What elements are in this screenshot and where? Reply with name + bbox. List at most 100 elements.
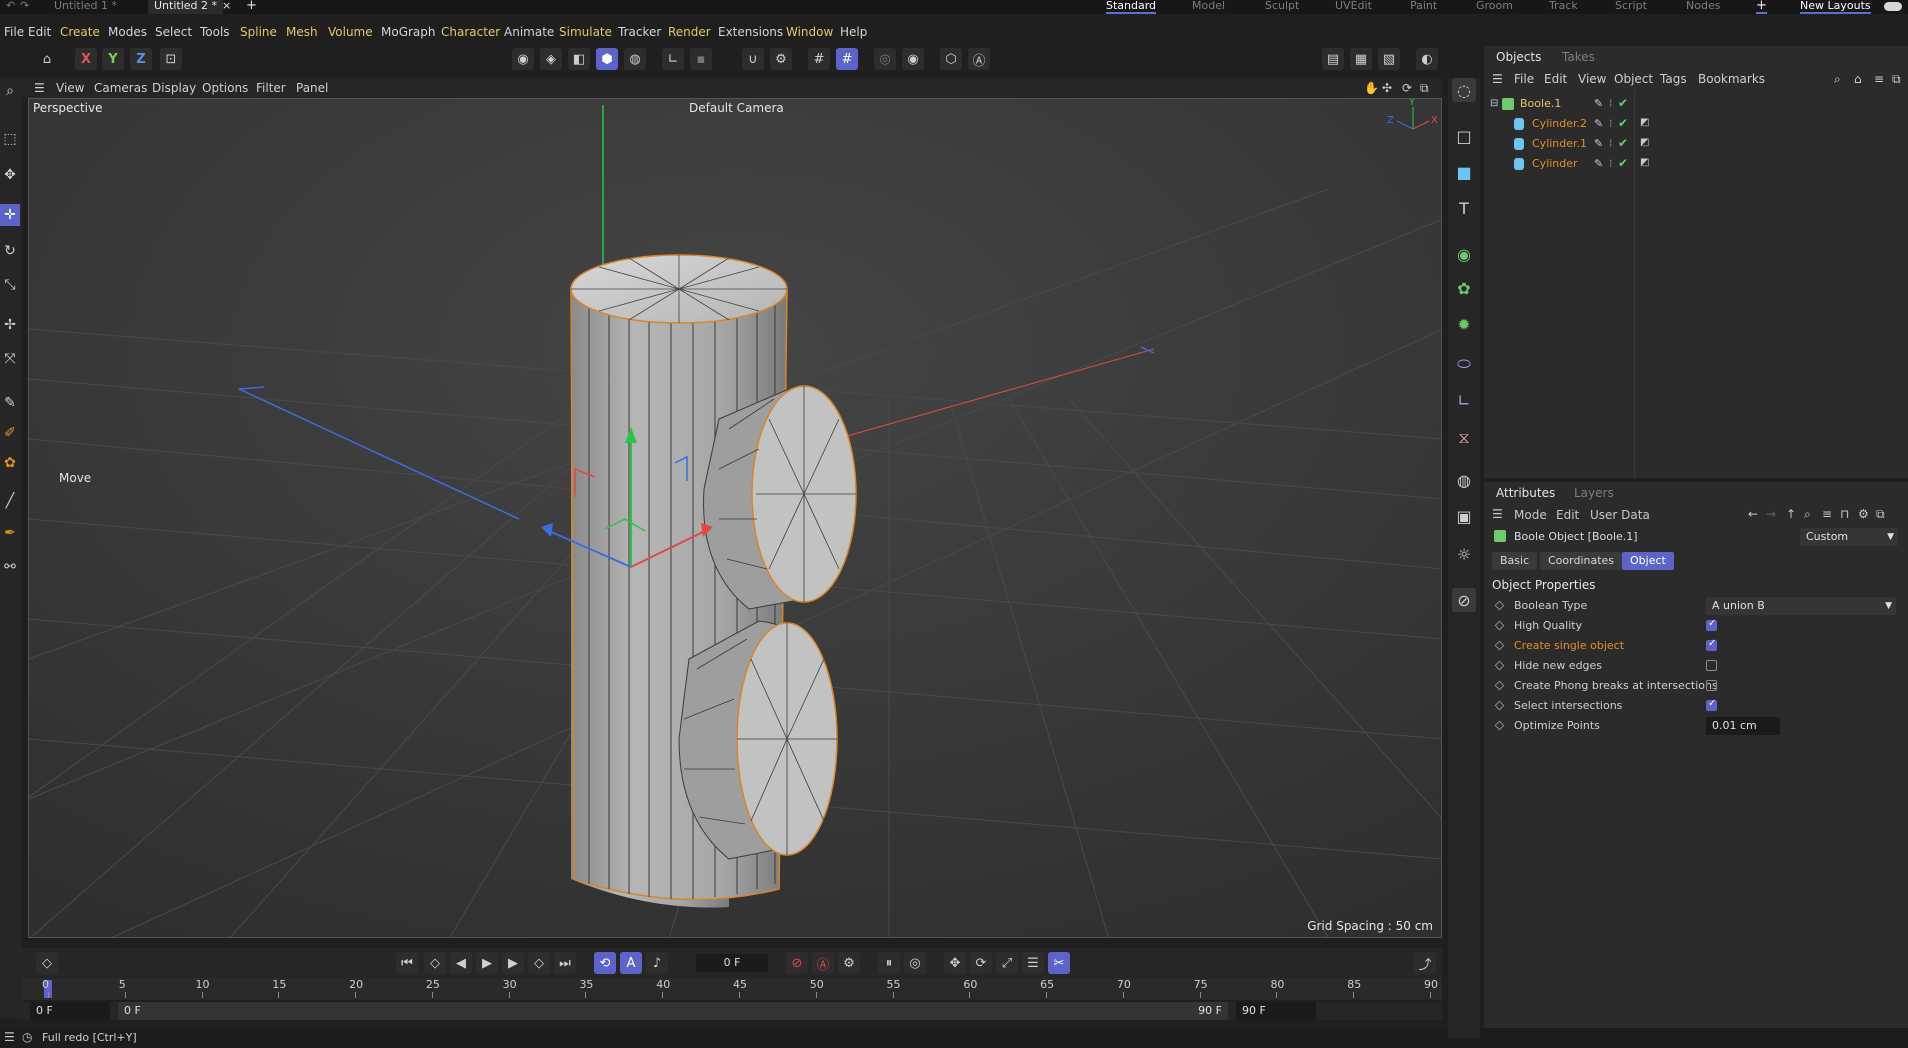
menu-create[interactable]: Create	[60, 22, 100, 42]
menu-edit[interactable]: Edit	[28, 22, 51, 42]
lock-icon[interactable]: ⊓	[1840, 507, 1849, 521]
layout-nodes[interactable]: Nodes	[1686, 0, 1720, 14]
cloner-icon[interactable]: ✿	[1452, 276, 1476, 300]
visibility-dots-icon[interactable]: ⁞	[1609, 157, 1613, 170]
layout-uvedit[interactable]: UVEdit	[1335, 0, 1372, 14]
record-icon[interactable]: ⊘	[786, 952, 808, 974]
placement-tool-icon[interactable]: ⤧	[0, 348, 20, 370]
lod-icon[interactable]: ⬡	[940, 48, 962, 70]
deformer-icon[interactable]: ✹	[1452, 312, 1476, 336]
keyframe-diamond-icon[interactable]	[1494, 660, 1505, 671]
keyframe-diamond-icon[interactable]	[1494, 720, 1505, 731]
tab-objects[interactable]: Objects	[1496, 46, 1541, 68]
select-intersections-checkbox[interactable]	[1706, 698, 1717, 711]
current-frame-field[interactable]: 0 F	[696, 954, 768, 972]
obj-menu-edit[interactable]: Edit	[1544, 70, 1567, 88]
prev-key-icon[interactable]: ◇	[424, 952, 446, 974]
prev-frame-icon[interactable]: ◀	[450, 952, 472, 974]
preset-dropdown[interactable]: Custom ▼	[1800, 528, 1898, 546]
layout-model[interactable]: Model	[1192, 0, 1225, 14]
key-settings-icon[interactable]: ⚙	[838, 952, 860, 974]
sketch-tool-icon[interactable]: ✐	[0, 422, 20, 444]
phong-breaks-checkbox[interactable]	[1706, 680, 1717, 691]
menu-mesh[interactable]: Mesh	[286, 22, 318, 42]
objects-filter-icon[interactable]: ≡	[1874, 70, 1884, 88]
edges-mode-icon[interactable]: ◈	[540, 48, 562, 70]
paint-tool-icon[interactable]: ✒	[0, 522, 20, 544]
axis-x-button[interactable]: X	[75, 48, 97, 70]
graph-icon[interactable]: ⤴	[1414, 952, 1436, 974]
menu-help[interactable]: Help	[840, 22, 867, 42]
redo-icon[interactable]: ↷	[20, 0, 29, 14]
vp-menu-cameras[interactable]: Cameras	[94, 78, 147, 98]
render-view-icon[interactable]: ▤	[1322, 48, 1344, 70]
go-to-end-icon[interactable]: ⏭	[554, 952, 576, 974]
hide-new-edges-checkbox[interactable]	[1706, 660, 1717, 671]
attr-search-icon[interactable]: ⌕	[1804, 507, 1811, 522]
range-slider[interactable]: 0 F 90 F	[118, 1002, 1228, 1020]
subtab-basic[interactable]: Basic	[1492, 552, 1538, 570]
move-view-icon[interactable]: ✣	[1382, 78, 1392, 98]
attr-menu-mode[interactable]: Mode	[1514, 508, 1547, 522]
workplane-snap-icon[interactable]: #	[836, 48, 858, 70]
attributes-hamburger-icon[interactable]: ☰	[1492, 507, 1503, 521]
back-arrow-icon[interactable]: ←	[1748, 507, 1758, 521]
camera-icon[interactable]: ▣	[1452, 504, 1476, 528]
optimize-points-field[interactable]: 0.01 cm	[1706, 717, 1780, 735]
menu-tracker[interactable]: Tracker	[618, 22, 661, 42]
select-move-icon[interactable]: ✥	[0, 164, 20, 186]
menu-simulate[interactable]: Simulate	[559, 22, 612, 42]
layout-toggle[interactable]	[1884, 2, 1902, 11]
layout-sculpt[interactable]: Sculpt	[1265, 0, 1299, 14]
enabled-check-icon[interactable]: ✔	[1618, 116, 1628, 130]
attr-menu-userdata[interactable]: User Data	[1590, 508, 1650, 522]
render-region-icon[interactable]: ◎	[874, 48, 896, 70]
model-mode-icon[interactable]: ⬢	[596, 48, 618, 70]
volume-icon[interactable]: ⧖	[1452, 426, 1476, 450]
scale-tool-icon[interactable]: ⤡	[0, 274, 20, 296]
edit-icon[interactable]: ✎	[1594, 117, 1603, 130]
snap-settings-icon[interactable]: ⚙	[770, 48, 792, 70]
viewport[interactable]: Y Z X Perspective Default Camera Move Gr…	[28, 98, 1442, 938]
objects-hamburger-icon[interactable]: ☰	[1492, 70, 1503, 88]
end-frame-field[interactable]: 90 F	[1236, 1002, 1316, 1020]
pen-tool-icon[interactable]: ✎	[0, 392, 20, 414]
object-row-cylinder[interactable]: Cylinder ✎ ⁞ ✔ ◩	[1484, 154, 1908, 174]
subtab-coordinates[interactable]: Coordinates	[1540, 552, 1623, 570]
menu-animate[interactable]: Animate	[504, 22, 554, 42]
polygons-mode-icon[interactable]: ◧	[568, 48, 590, 70]
play-icon[interactable]: ▶	[476, 952, 498, 974]
obj-menu-tags[interactable]: Tags	[1660, 70, 1687, 88]
up-arrow-icon[interactable]: ↑	[1786, 507, 1796, 521]
objects-search-icon[interactable]: ⌕	[1834, 70, 1841, 88]
phong-tag-icon[interactable]: ◩	[1640, 117, 1649, 128]
menu-window[interactable]: Window	[786, 22, 833, 42]
new-layouts-button[interactable]: New Layouts	[1800, 0, 1871, 14]
viewport-hamburger-icon[interactable]: ☰	[34, 78, 45, 98]
vp-menu-view[interactable]: View	[56, 78, 84, 98]
doc-tab-1[interactable]: Untitled 1 *	[54, 0, 117, 14]
axis-mode-icon[interactable]: ∟	[662, 48, 684, 70]
collapse-icon[interactable]: ⊟	[1490, 98, 1498, 109]
phong-tag-icon[interactable]: ◩	[1640, 137, 1649, 148]
loop-icon[interactable]: ⟲	[594, 952, 616, 974]
autokey-icon[interactable]: Ⓐ	[812, 952, 834, 974]
start-frame-field[interactable]: 0 F	[30, 1002, 110, 1020]
search-icon[interactable]: ⌕	[0, 80, 20, 102]
motion-icon[interactable]: ◎	[904, 952, 926, 974]
attr-settings-icon[interactable]: ⚙	[1858, 507, 1869, 521]
high-quality-checkbox[interactable]	[1706, 618, 1717, 631]
next-key-icon[interactable]: ◇	[528, 952, 550, 974]
visibility-dots-icon[interactable]: ⁞	[1609, 117, 1613, 130]
edit-icon[interactable]: ✎	[1594, 157, 1603, 170]
attr-menu-edit[interactable]: Edit	[1556, 508, 1579, 522]
keyframe-selection-icon[interactable]: ⏸	[878, 952, 900, 974]
enabled-check-icon[interactable]: ✔	[1618, 156, 1628, 170]
new-tab-icon[interactable]: +	[246, 0, 257, 14]
object-row-boole[interactable]: ⊟ Boole.1 ✎ ⁞ ✔	[1484, 94, 1908, 114]
layout-groom[interactable]: Groom	[1476, 0, 1513, 14]
viewport-camera-label[interactable]: Default Camera	[689, 101, 784, 115]
menu-mograph[interactable]: MoGraph	[381, 22, 436, 42]
light-icon[interactable]: ☼	[1452, 542, 1476, 566]
tag-icon[interactable]: ⊘	[1452, 588, 1476, 612]
